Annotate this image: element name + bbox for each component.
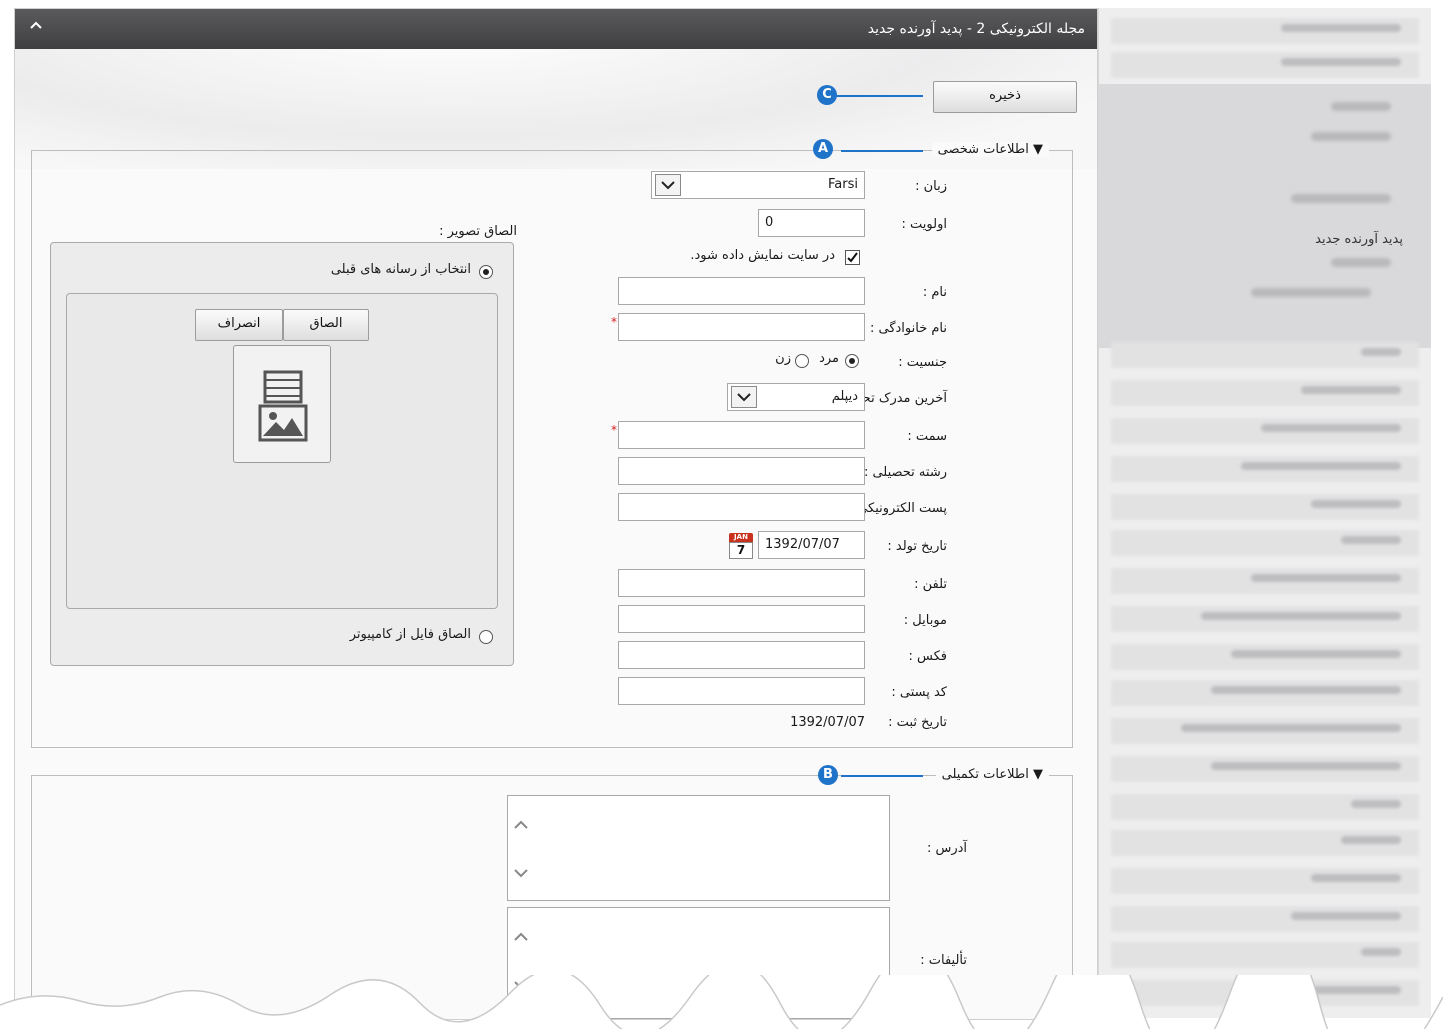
callout-marker-b: B	[818, 765, 838, 785]
callout-marker-c: C	[817, 85, 837, 105]
first-name-label: نام :	[922, 285, 947, 300]
window-titlebar: مجله الکترونیکی 2 - پدید آورنده جدید	[15, 9, 1097, 49]
sidebar-item[interactable]	[1111, 942, 1419, 968]
image-placeholder-icon	[258, 370, 308, 442]
required-marker: *	[611, 315, 617, 329]
show-on-site-label: در سایت نمایش داده شود.	[690, 248, 835, 263]
sidebar-item[interactable]	[1111, 794, 1419, 820]
mobile-label: موبایل :	[903, 613, 947, 628]
works-label: تألیفات :	[920, 953, 967, 968]
registration-date-value: 1392/07/07	[790, 715, 865, 730]
gender-female-label: زن	[775, 351, 791, 366]
language-value: Farsi	[828, 177, 858, 192]
field-of-study-input[interactable]	[618, 457, 865, 485]
position-label: سمت :	[907, 429, 947, 444]
email-input[interactable]	[618, 493, 865, 521]
sidebar-item[interactable]	[1111, 680, 1419, 706]
expand-triangle-icon: ▼	[1033, 142, 1043, 157]
callout-line	[841, 150, 923, 152]
address-label: آدرس :	[926, 841, 967, 856]
media-placeholder[interactable]	[233, 345, 331, 463]
show-on-site-checkbox[interactable]	[845, 250, 860, 265]
birth-date-input[interactable]: 1392/07/07	[758, 531, 865, 559]
sidebar-item[interactable]	[1111, 530, 1419, 556]
phone-label: تلفن :	[914, 577, 947, 592]
chevron-down-icon[interactable]	[731, 386, 757, 408]
gender-female-radio[interactable]	[795, 354, 809, 368]
sidebar-item[interactable]	[1111, 868, 1419, 894]
phone-input[interactable]	[618, 569, 865, 597]
language-select[interactable]: Farsi	[651, 171, 865, 199]
cancel-button[interactable]: انصراف	[195, 309, 283, 341]
upload-file-label: الصاق فایل از کامپیوتر	[349, 627, 471, 642]
upload-file-radio[interactable]	[479, 630, 493, 644]
image-attach-label: الصاق تصویر :	[439, 224, 517, 239]
sidebar-submenu: پدید آورنده جدید	[1099, 84, 1431, 348]
calendar-day: 7	[729, 542, 753, 559]
first-name-input[interactable]	[618, 277, 865, 305]
sidebar-item[interactable]	[1111, 756, 1419, 782]
position-input[interactable]	[618, 421, 865, 449]
previous-media-label: انتخاب از رسانه های قبلی	[330, 262, 471, 277]
sidebar-item-new-author[interactable]: پدید آورنده جدید	[1315, 232, 1403, 247]
callout-line	[835, 95, 923, 97]
last-name-label: نام خانوادگی :	[869, 321, 947, 336]
sidebar-item[interactable]	[1111, 830, 1419, 856]
save-button[interactable]: ذخیره	[933, 81, 1077, 113]
last-name-input[interactable]	[618, 313, 865, 341]
sidebar-item[interactable]	[1111, 718, 1419, 744]
sidebar-item[interactable]	[1111, 418, 1419, 444]
gender-male-radio[interactable]	[845, 354, 859, 368]
chevron-down-icon[interactable]	[655, 174, 681, 196]
sidebar-item[interactable]	[1111, 568, 1419, 594]
sidebar-item[interactable]	[1111, 494, 1419, 520]
language-label: زبان :	[915, 179, 947, 194]
personal-info-legend[interactable]: ▼ اطلاعات شخصی	[931, 142, 1049, 157]
callout-marker-a: A	[813, 139, 833, 159]
priority-input[interactable]: 0	[758, 209, 865, 237]
additional-info-title: اطلاعات تکمیلی	[941, 767, 1029, 782]
sidebar-item[interactable]	[1111, 456, 1419, 482]
window-title: مجله الکترونیکی 2 - پدید آورنده جدید	[867, 21, 1085, 37]
gender-label: جنسیت :	[898, 355, 947, 370]
chevron-up-icon[interactable]	[29, 18, 43, 37]
field-of-study-label: رشته تحصیلی :	[863, 465, 947, 480]
attach-button[interactable]: الصاق	[283, 309, 369, 341]
expand-triangle-icon: ▼	[1033, 767, 1043, 782]
torn-edge-decoration	[0, 975, 1443, 1029]
gender-male-label: مرد	[819, 351, 839, 366]
postal-code-label: کد پستی :	[891, 685, 947, 700]
fax-label: فکس :	[908, 649, 947, 664]
calendar-icon[interactable]: JAN 7	[727, 531, 755, 561]
sidebar-item[interactable]	[1111, 18, 1419, 44]
previous-media-radio[interactable]	[479, 265, 493, 279]
sidebar-menu: پدید آورنده جدید	[1098, 8, 1431, 1018]
sidebar-item[interactable]	[1111, 906, 1419, 932]
sidebar-item[interactable]	[1111, 644, 1419, 670]
sidebar-item[interactable]	[1111, 606, 1419, 632]
sidebar-item[interactable]	[1111, 380, 1419, 406]
mobile-input[interactable]	[618, 605, 865, 633]
degree-value: دیپلم	[831, 389, 858, 404]
textarea-scroll-arrows-icon[interactable]	[512, 818, 530, 880]
priority-label: اولویت :	[901, 217, 947, 232]
required-marker: *	[611, 423, 617, 437]
sidebar-item[interactable]	[1111, 52, 1419, 78]
registration-date-label: تاریخ ثبت :	[888, 715, 947, 730]
personal-info-title: اطلاعات شخصی	[937, 142, 1029, 157]
additional-info-legend[interactable]: ▼ اطلاعات تکمیلی	[935, 767, 1049, 782]
fax-input[interactable]	[618, 641, 865, 669]
address-textarea[interactable]	[507, 795, 890, 901]
editor-window: مجله الکترونیکی 2 - پدید آورنده جدید ذخی…	[14, 8, 1098, 1020]
calendar-month: JAN	[729, 533, 753, 542]
postal-code-input[interactable]	[618, 677, 865, 705]
callout-line	[841, 775, 923, 777]
sidebar-item[interactable]	[1111, 342, 1419, 368]
birth-date-label: تاریخ تولد :	[887, 539, 947, 554]
